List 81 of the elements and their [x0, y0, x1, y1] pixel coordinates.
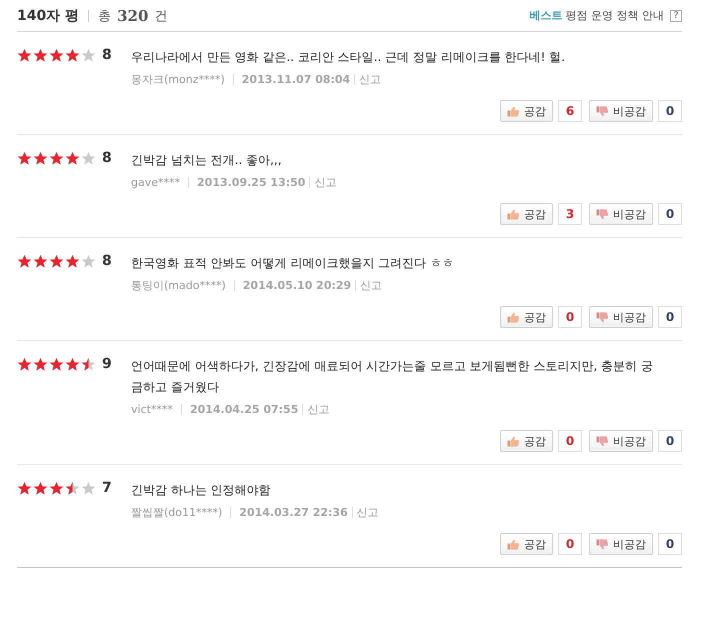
star-icon: [17, 254, 32, 269]
dislike-count: 0: [658, 533, 682, 555]
star-icon: [65, 151, 80, 166]
dislike-button[interactable]: 비공감: [589, 306, 653, 328]
thumbs-down-icon: [596, 436, 609, 446]
star-icon: [17, 481, 32, 496]
score: 8: [102, 253, 112, 269]
thumbs-down-icon: [596, 106, 609, 116]
star-icon: [65, 48, 80, 63]
policy-link[interactable]: 평점 운영 정책 안내: [566, 8, 664, 23]
dislike-button[interactable]: 비공감: [589, 100, 653, 122]
like-count: 0: [558, 306, 582, 328]
comment-text: 한국영화 표적 안봐도 어떻게 리메이크했을지 그려진다 ㅎㅎ: [131, 255, 455, 272]
star-icon: [65, 254, 80, 269]
star-icon: [65, 357, 80, 372]
author-name: gave****: [131, 176, 180, 189]
star-icon: [49, 151, 64, 166]
star-icon: [81, 481, 96, 496]
thumbs-down-icon: [596, 538, 609, 550]
author-name: vict****: [131, 403, 173, 416]
author-name: 통팅이(mado****): [131, 278, 226, 293]
dislike-count: 0: [658, 203, 682, 225]
star-icon: [49, 254, 64, 269]
thumbs-up-icon: [507, 436, 520, 446]
post-date: 2013.11.07 08:04: [242, 73, 350, 86]
star-icon: [33, 481, 48, 496]
dislike-count: 0: [658, 306, 682, 328]
comment-text: 우리나라에서 만든 영화 같은.. 코리안 스타일.. 근데 정말 리메이크를 한다네! 헐.: [131, 49, 566, 66]
dislike-button[interactable]: 비공감: [589, 533, 653, 555]
total-label: 총: [98, 8, 112, 24]
star-icon: [65, 481, 80, 496]
like-count: 0: [558, 533, 582, 555]
author-name: 몽자크(monz****): [131, 72, 225, 87]
comment-text: 긴박감 넘치는 전개.. 좋아,,,: [131, 152, 283, 169]
like-count: 6: [558, 100, 582, 122]
post-date: 2013.09.25 13:50: [197, 176, 306, 189]
help-button[interactable]: ?: [670, 10, 682, 22]
dislike-count: 0: [658, 100, 682, 122]
star-icon: [81, 254, 96, 269]
comment-text: 긴박감 하나는 인정해야함: [131, 482, 272, 499]
like-button[interactable]: 공감: [500, 430, 553, 452]
thumbs-up-icon: [507, 208, 520, 220]
thumbs-up-icon: [507, 538, 520, 550]
comment-text: 언어때문에 어색하다가, 긴장감에 매료되어 시간가는줄 모르고 보게됨뻔한 스토리지만, 충분히 궁금하고 즐거웠다: [131, 358, 654, 396]
like-button[interactable]: 공감: [500, 100, 553, 122]
dislike-button[interactable]: 비공감: [589, 203, 653, 225]
post-date: 2014.04.25 07:55: [190, 403, 298, 416]
like-button[interactable]: 공감: [500, 533, 553, 555]
total-unit: 건: [154, 8, 168, 24]
star-icon: [17, 151, 32, 166]
star-icon: [81, 151, 96, 166]
star-icon: [17, 357, 32, 372]
author-name: 짤씹짤(do11****): [131, 505, 222, 520]
star-icon: [81, 357, 96, 372]
thumbs-down-icon: [596, 208, 609, 220]
like-button[interactable]: 공감: [500, 203, 553, 225]
star-icon: [49, 357, 64, 372]
score: 8: [102, 47, 112, 63]
star-icon: [17, 48, 32, 63]
thumbs-up-icon: [507, 106, 520, 116]
star-icon: [81, 48, 96, 63]
dislike-count: 0: [658, 430, 682, 452]
dislike-button[interactable]: 비공감: [589, 430, 653, 452]
like-button[interactable]: 공감: [500, 306, 553, 328]
star-icon: [33, 254, 48, 269]
thumbs-down-icon: [596, 312, 609, 322]
star-icon: [49, 481, 64, 496]
star-icon: [33, 357, 48, 372]
like-count: 3: [558, 203, 582, 225]
like-count: 0: [558, 430, 582, 452]
star-icon: [33, 48, 48, 63]
thumbs-up-icon: [507, 312, 520, 322]
total-count: 320: [117, 6, 148, 24]
post-date: 2014.03.27 22:36: [239, 506, 348, 519]
section-title: 140자 평: [17, 6, 80, 24]
star-icon: [33, 151, 48, 166]
star-icon: [49, 48, 64, 63]
score: 7: [102, 480, 112, 496]
score: 8: [102, 150, 112, 166]
post-date: 2014.05.10 20:29: [242, 279, 352, 292]
score: 9: [102, 356, 112, 372]
